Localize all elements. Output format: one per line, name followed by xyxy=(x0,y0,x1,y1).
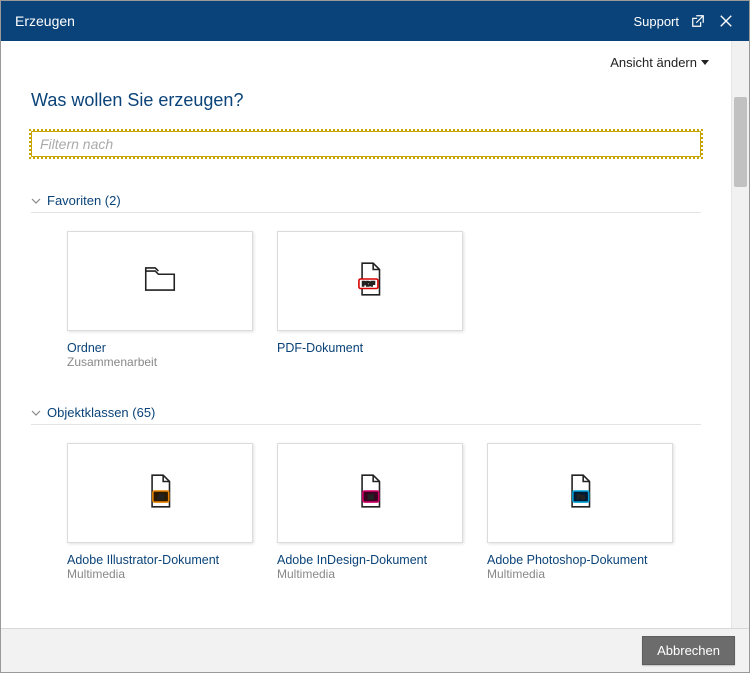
classes-cards: Ai Adobe Illustrator-Dokument Multimedia xyxy=(31,443,701,581)
popout-icon[interactable] xyxy=(689,12,707,30)
ai-file-icon: Ai xyxy=(141,472,179,515)
section-favorites-header[interactable]: Favoriten (2) xyxy=(31,193,701,213)
card-pdf[interactable]: PDF PDF-Dokument xyxy=(277,231,463,369)
titlebar-actions: Support xyxy=(633,12,735,30)
card-tile[interactable]: PDF xyxy=(277,231,463,331)
card-folder[interactable]: Ordner Zusammenarbeit xyxy=(67,231,253,369)
scrollbar[interactable] xyxy=(731,41,749,628)
dialog-title: Erzeugen xyxy=(15,13,633,29)
card-ai[interactable]: Ai Adobe Illustrator-Dokument Multimedia xyxy=(67,443,253,581)
svg-text:Ps: Ps xyxy=(577,493,585,500)
cancel-button[interactable]: Abbrechen xyxy=(642,636,735,665)
close-icon[interactable] xyxy=(717,12,735,30)
support-link[interactable]: Support xyxy=(633,14,679,29)
ps-file-icon: Ps xyxy=(561,472,599,515)
footer: Abbrechen xyxy=(1,628,749,672)
dialog-window: Erzeugen Support Ansicht ändern xyxy=(0,0,750,673)
card-title: Adobe Illustrator-Dokument xyxy=(67,553,253,567)
card-tile[interactable]: Id xyxy=(277,443,463,543)
card-subtitle: Zusammenarbeit xyxy=(67,355,253,369)
card-title: Ordner xyxy=(67,341,253,355)
card-tile[interactable]: Ps xyxy=(487,443,673,543)
collapse-icon xyxy=(31,408,41,418)
pdf-icon: PDF xyxy=(351,260,389,303)
content: Ansicht ändern Was wollen Sie erzeugen? … xyxy=(1,41,731,628)
svg-text:Ai: Ai xyxy=(158,493,165,500)
filter-row xyxy=(1,131,731,157)
section-favorites: Favoriten (2) Ordner Zusammenarbeit xyxy=(1,193,731,369)
content-wrap: Ansicht ändern Was wollen Sie erzeugen? … xyxy=(1,41,749,628)
card-title: Adobe InDesign-Dokument xyxy=(277,553,463,567)
card-title: PDF-Dokument xyxy=(277,341,463,355)
collapse-icon xyxy=(31,196,41,206)
card-subtitle: Multimedia xyxy=(487,567,673,581)
card-title: Adobe Photoshop-Dokument xyxy=(487,553,673,567)
svg-text:PDF: PDF xyxy=(362,281,375,288)
section-favorites-label: Favoriten (2) xyxy=(47,193,121,208)
page-heading: Was wollen Sie erzeugen? xyxy=(1,78,731,131)
card-ps[interactable]: Ps Adobe Photoshop-Dokument Multimedia xyxy=(487,443,673,581)
section-classes-label: Objektklassen (65) xyxy=(47,405,155,420)
card-tile[interactable]: Ai xyxy=(67,443,253,543)
id-file-icon: Id xyxy=(351,472,389,515)
change-view-label: Ansicht ändern xyxy=(610,55,697,70)
caret-down-icon xyxy=(701,60,709,65)
card-subtitle: Multimedia xyxy=(277,567,463,581)
titlebar: Erzeugen Support xyxy=(1,1,749,41)
svg-text:Id: Id xyxy=(368,493,374,500)
filter-input[interactable] xyxy=(31,131,701,157)
card-tile[interactable] xyxy=(67,231,253,331)
folder-icon xyxy=(141,260,179,303)
change-view-dropdown[interactable]: Ansicht ändern xyxy=(610,55,709,70)
card-id[interactable]: Id Adobe InDesign-Dokument Multimedia xyxy=(277,443,463,581)
card-subtitle: Multimedia xyxy=(67,567,253,581)
scrollbar-thumb[interactable] xyxy=(734,97,747,187)
section-classes-header[interactable]: Objektklassen (65) xyxy=(31,405,701,425)
viewbar: Ansicht ändern xyxy=(1,41,731,78)
section-classes: Objektklassen (65) Ai xyxy=(1,405,731,581)
favorites-cards: Ordner Zusammenarbeit PDF xyxy=(31,231,701,369)
